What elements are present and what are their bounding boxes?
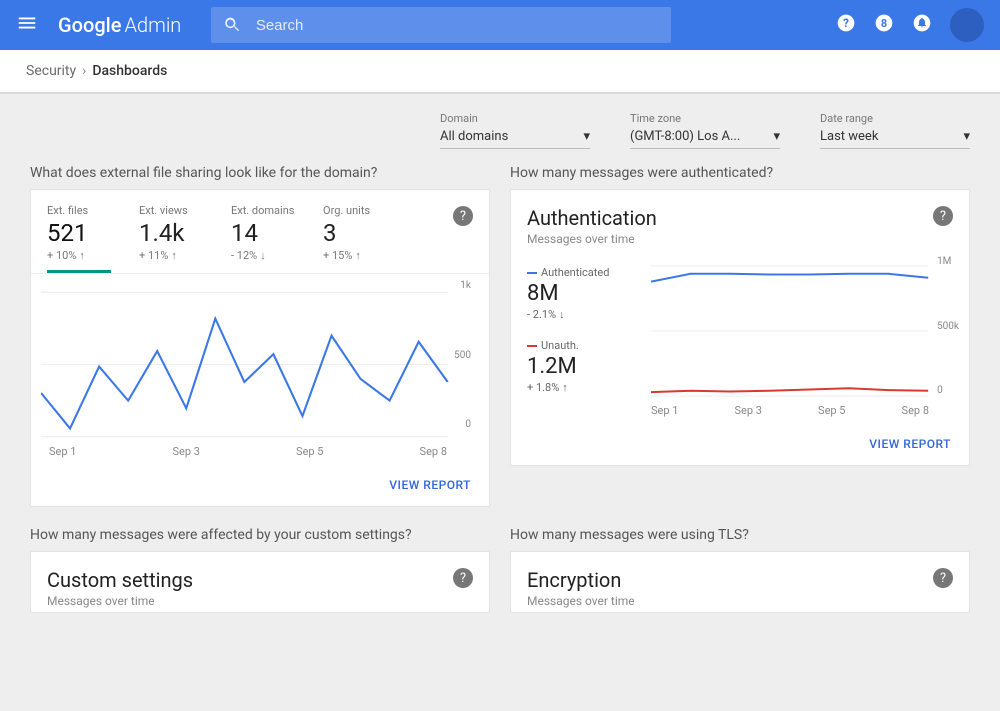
view-report-link[interactable]: VIEW REPORT <box>31 464 489 506</box>
stat-tab-ext-domains[interactable]: Ext. domains 14 - 12% <box>231 204 295 265</box>
legend-item-auth: Authenticated 8M - 2.1% <box>527 266 637 321</box>
svg-text:?: ? <box>843 16 849 30</box>
svg-text:8: 8 <box>881 17 887 30</box>
card-title: Custom settings <box>47 568 473 592</box>
stat-tab-org-units[interactable]: Org. units 3 + 15% <box>323 204 387 265</box>
chevron-down-icon: ▾ <box>773 129 780 144</box>
card-question: How many messages were using TLS? <box>510 527 970 543</box>
notifications-icon[interactable] <box>912 13 932 37</box>
legend: Authenticated 8M - 2.1% Unauth. 1.2M + 1… <box>527 256 637 417</box>
breadcrumb: Security › Dashboards <box>0 50 1000 94</box>
header-actions: ? 8 <box>836 8 984 42</box>
help-icon[interactable]: ? <box>453 568 473 588</box>
y-axis-labels: 1k 500 0 <box>454 280 471 430</box>
line-chart <box>651 256 959 406</box>
filter-value: Last week <box>820 129 878 144</box>
filter-label: Date range <box>820 112 970 125</box>
avatar[interactable] <box>950 8 984 42</box>
chart-authentication: 1M 500k 0 Sep 1 S <box>651 256 959 417</box>
filter-label: Time zone <box>630 112 780 125</box>
apps-icon[interactable]: 8 <box>874 13 894 37</box>
chevron-right-icon: › <box>82 63 86 79</box>
auth-body: Authenticated 8M - 2.1% Unauth. 1.2M + 1… <box>511 250 969 423</box>
card-header: ? Encryption Messages over time <box>511 552 969 612</box>
card-header: ? Custom settings Messages over time <box>31 552 489 612</box>
block-sharing: What does external file sharing look lik… <box>30 165 490 507</box>
legend-item-unauth: Unauth. 1.2M + 1.8% <box>527 339 637 394</box>
filter-label: Domain <box>440 112 590 125</box>
block-custom: How many messages were affected by your … <box>30 527 490 613</box>
logo-main: Google <box>58 13 121 37</box>
active-tab-indicator <box>47 270 111 273</box>
card-subtitle: Messages over time <box>527 594 953 608</box>
stat-tab-ext-files[interactable]: Ext. files 521 + 10% <box>47 204 111 265</box>
block-encryption: How many messages were using TLS? ? Encr… <box>510 527 970 613</box>
card-sharing: ? Ext. files 521 + 10% Ext. views 1.4k +… <box>30 189 490 507</box>
card-question: What does external file sharing look lik… <box>30 165 490 181</box>
card-subtitle: Messages over time <box>47 594 473 608</box>
dashboard-grid: What does external file sharing look lik… <box>10 165 990 613</box>
help-icon[interactable]: ? <box>933 568 953 588</box>
filter-value: (GMT-8:00) Los A... <box>630 129 740 144</box>
card-question: How many messages were affected by your … <box>30 527 490 543</box>
filter-daterange[interactable]: Date range Last week ▾ <box>820 112 970 149</box>
chevron-down-icon: ▾ <box>583 129 590 144</box>
view-report-link[interactable]: VIEW REPORT <box>511 423 969 465</box>
filter-domain[interactable]: Domain All domains ▾ <box>440 112 590 149</box>
help-icon[interactable]: ? <box>933 206 953 226</box>
y-axis-labels: 1M 500k 0 <box>937 256 959 396</box>
line-chart <box>41 282 479 447</box>
breadcrumb-current: Dashboards <box>92 63 167 79</box>
search-bar[interactable] <box>211 7 671 43</box>
chart-ext-files: 1k 500 0 Sep 1 Sep 3 Sep 5 Sep 8 <box>31 274 489 464</box>
logo: Google Admin <box>58 13 181 37</box>
card-title: Authentication <box>527 206 953 230</box>
search-icon <box>223 15 242 35</box>
card-encryption: ? Encryption Messages over time <box>510 551 970 613</box>
chevron-down-icon: ▾ <box>963 129 970 144</box>
card-auth: ? Authentication Messages over time Auth… <box>510 189 970 466</box>
breadcrumb-parent[interactable]: Security <box>26 63 76 79</box>
card-question: How many messages were authenticated? <box>510 165 970 181</box>
filter-timezone[interactable]: Time zone (GMT-8:00) Los A... ▾ <box>630 112 780 149</box>
menu-icon[interactable] <box>16 12 38 38</box>
stats-row: ? Ext. files 521 + 10% Ext. views 1.4k +… <box>31 190 489 274</box>
block-auth: How many messages were authenticated? ? … <box>510 165 970 507</box>
card-subtitle: Messages over time <box>527 232 953 246</box>
card-custom: ? Custom settings Messages over time <box>30 551 490 613</box>
stat-tab-ext-views[interactable]: Ext. views 1.4k + 11% <box>139 204 203 265</box>
content: Domain All domains ▾ Time zone (GMT-8:00)… <box>0 94 1000 613</box>
logo-sub: Admin <box>124 13 181 37</box>
filter-value: All domains <box>440 129 508 144</box>
help-icon[interactable]: ? <box>836 13 856 37</box>
filters-row: Domain All domains ▾ Time zone (GMT-8:00)… <box>10 112 990 165</box>
card-header: ? Authentication Messages over time <box>511 190 969 250</box>
app-header: Google Admin ? 8 <box>0 0 1000 50</box>
help-icon[interactable]: ? <box>453 206 473 226</box>
card-title: Encryption <box>527 568 953 592</box>
search-input[interactable] <box>256 17 659 34</box>
